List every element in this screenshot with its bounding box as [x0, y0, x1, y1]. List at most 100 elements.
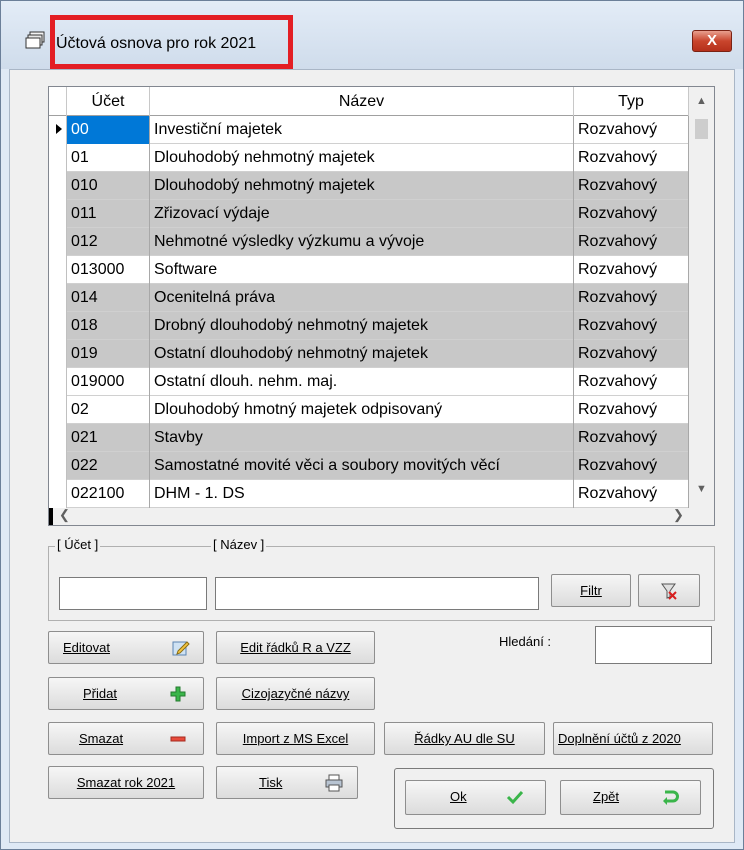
table-row[interactable]: 01 Dlouhodobý nehmotný majetek Rozvahový	[67, 144, 689, 172]
pridat-button[interactable]: Přidat	[48, 677, 204, 710]
cizojazycne-button[interactable]: Cizojazyčné názvy	[216, 677, 375, 710]
table-row[interactable]: 022 Samostatné movité věci a soubory movi…	[67, 452, 689, 480]
scroll-marker	[49, 508, 53, 525]
account-chart-window: Účtová osnova pro rok 2021 X Účet Název …	[0, 0, 744, 850]
printer-icon	[325, 774, 343, 792]
filter-ucet-input[interactable]	[59, 577, 207, 610]
accounts-grid[interactable]: Účet Název Typ 00 Investiční majetek Rozva…	[48, 86, 715, 526]
table-row[interactable]: 019 Ostatní dlouhodobý nehmotný majetek Ro…	[67, 340, 689, 368]
cell-ucet[interactable]: 014	[67, 284, 150, 312]
cell-ucet[interactable]: 019	[67, 340, 150, 368]
doplneni-label: Doplnění účtů z 2020	[558, 731, 681, 746]
table-row[interactable]: 014 Ocenitelná práva Rozvahový	[67, 284, 689, 312]
scroll-right-icon[interactable]: ❯	[673, 507, 684, 523]
current-row-pointer-icon	[56, 124, 62, 134]
minus-icon	[170, 736, 186, 742]
table-row[interactable]: 019000 Ostatní dlouh. nehm. maj. Rozvahový	[67, 368, 689, 396]
zpet-button[interactable]: Zpět	[560, 780, 701, 815]
smazat-button[interactable]: Smazat	[48, 722, 204, 755]
filter-nazev-input[interactable]	[215, 577, 539, 610]
return-arrow-icon	[663, 790, 679, 805]
scroll-down-icon[interactable]: ▼	[696, 483, 707, 495]
radky-au-button[interactable]: Řádky AU dle SU	[384, 722, 545, 755]
cell-ucet[interactable]: 013000	[67, 256, 150, 284]
cell-typ[interactable]: Rozvahový	[574, 368, 689, 396]
cell-ucet[interactable]: 022100	[67, 480, 150, 508]
smazat-label: Smazat	[79, 731, 124, 746]
scroll-thumb[interactable]	[695, 119, 708, 139]
cell-nazev[interactable]: Dlouhodobý hmotný majetek odpisovaný	[150, 396, 574, 424]
cell-typ[interactable]: Rozvahový	[574, 284, 689, 312]
cell-ucet[interactable]: 011	[67, 200, 150, 228]
cell-nazev[interactable]: Nehmotné výsledky výzkumu a vývoje	[150, 228, 574, 256]
search-label: Hledání :	[499, 634, 552, 649]
cell-nazev[interactable]: Stavby	[150, 424, 574, 452]
cell-nazev[interactable]: Investiční majetek	[150, 116, 574, 144]
cell-ucet[interactable]: 01	[67, 144, 150, 172]
table-row[interactable]: 018 Drobný dlouhodobý nehmotný majetek Roz…	[67, 312, 689, 340]
cell-ucet[interactable]: 02	[67, 396, 150, 424]
cell-typ[interactable]: Rozvahový	[574, 116, 689, 144]
cell-typ[interactable]: Rozvahový	[574, 480, 689, 508]
smazat-rok-button[interactable]: Smazat rok 2021	[48, 766, 204, 799]
cell-typ[interactable]: Rozvahový	[574, 256, 689, 284]
cell-typ[interactable]: Rozvahový	[574, 200, 689, 228]
search-input[interactable]	[595, 626, 712, 664]
filter-group: [ Účet ] [ Název ] Filtr	[48, 537, 715, 621]
table-row[interactable]: 022100 DHM - 1. DS Rozvahový	[67, 480, 689, 508]
cell-ucet[interactable]: 021	[67, 424, 150, 452]
doplneni-button[interactable]: Doplnění účtů z 2020	[553, 722, 713, 755]
ok-button[interactable]: Ok	[405, 780, 546, 815]
edit-radku-button[interactable]: Edit řádků R a VZZ	[216, 631, 375, 664]
app-icon	[25, 31, 45, 49]
filtr-button[interactable]: Filtr	[551, 574, 631, 607]
cell-typ[interactable]: Rozvahový	[574, 340, 689, 368]
cell-nazev[interactable]: Drobný dlouhodobý nehmotný majetek	[150, 312, 574, 340]
cell-typ[interactable]: Rozvahový	[574, 144, 689, 172]
column-header-ucet[interactable]: Účet	[67, 87, 150, 116]
indicator-header	[49, 87, 67, 116]
cell-nazev[interactable]: Dlouhodobý nehmotný majetek	[150, 172, 574, 200]
cell-nazev[interactable]: Ostatní dlouh. nehm. maj.	[150, 368, 574, 396]
cell-ucet[interactable]: 019000	[67, 368, 150, 396]
table-row[interactable]: 011 Zřizovací výdaje Rozvahový	[67, 200, 689, 228]
cell-nazev[interactable]: Software	[150, 256, 574, 284]
table-row[interactable]: 010 Dlouhodobý nehmotný majetek Rozvahový	[67, 172, 689, 200]
table-row[interactable]: 013000 Software Rozvahový	[67, 256, 689, 284]
clear-filter-button[interactable]	[638, 574, 700, 607]
cell-typ[interactable]: Rozvahový	[574, 452, 689, 480]
horizontal-scrollbar[interactable]: ❮ ❯	[49, 507, 714, 525]
table-row[interactable]: 00 Investiční majetek Rozvahový	[67, 116, 689, 144]
cell-typ[interactable]: Rozvahový	[574, 172, 689, 200]
import-excel-button[interactable]: Import z MS Excel	[216, 722, 375, 755]
cell-ucet[interactable]: 022	[67, 452, 150, 480]
cell-nazev[interactable]: DHM - 1. DS	[150, 480, 574, 508]
cell-nazev[interactable]: Zřizovací výdaje	[150, 200, 574, 228]
cell-typ[interactable]: Rozvahový	[574, 396, 689, 424]
tisk-button[interactable]: Tisk	[216, 766, 358, 799]
vertical-scrollbar[interactable]: ▲ ▼	[689, 87, 714, 508]
cell-ucet[interactable]: 018	[67, 312, 150, 340]
cell-typ[interactable]: Rozvahový	[574, 228, 689, 256]
plus-icon	[170, 686, 186, 702]
table-row[interactable]: 02 Dlouhodobý hmotný majetek odpisovaný Ro…	[67, 396, 689, 424]
cell-nazev[interactable]: Ocenitelná práva	[150, 284, 574, 312]
cell-typ[interactable]: Rozvahový	[574, 312, 689, 340]
cell-ucet[interactable]: 00	[67, 116, 150, 144]
table-row[interactable]: 012 Nehmotné výsledky výzkumu a vývoje Roz…	[67, 228, 689, 256]
editovat-button[interactable]: Editovat	[48, 631, 204, 664]
cell-nazev[interactable]: Dlouhodobý nehmotný majetek	[150, 144, 574, 172]
cell-ucet[interactable]: 010	[67, 172, 150, 200]
scroll-left-icon[interactable]: ❮	[59, 507, 70, 523]
column-header-nazev[interactable]: Název	[150, 87, 574, 116]
radky-au-label: Řádky AU dle SU	[414, 731, 515, 746]
cell-nazev[interactable]: Ostatní dlouhodobý nehmotný majetek	[150, 340, 574, 368]
close-button[interactable]: X	[692, 30, 732, 52]
title-bar[interactable]: Účtová osnova pro rok 2021 X	[1, 1, 743, 69]
table-row[interactable]: 021 Stavby Rozvahový	[67, 424, 689, 452]
cell-ucet[interactable]: 012	[67, 228, 150, 256]
cell-typ[interactable]: Rozvahový	[574, 424, 689, 452]
cell-nazev[interactable]: Samostatné movité věci a soubory movitýc…	[150, 452, 574, 480]
column-header-typ[interactable]: Typ	[574, 87, 689, 116]
scroll-up-icon[interactable]: ▲	[696, 95, 707, 107]
